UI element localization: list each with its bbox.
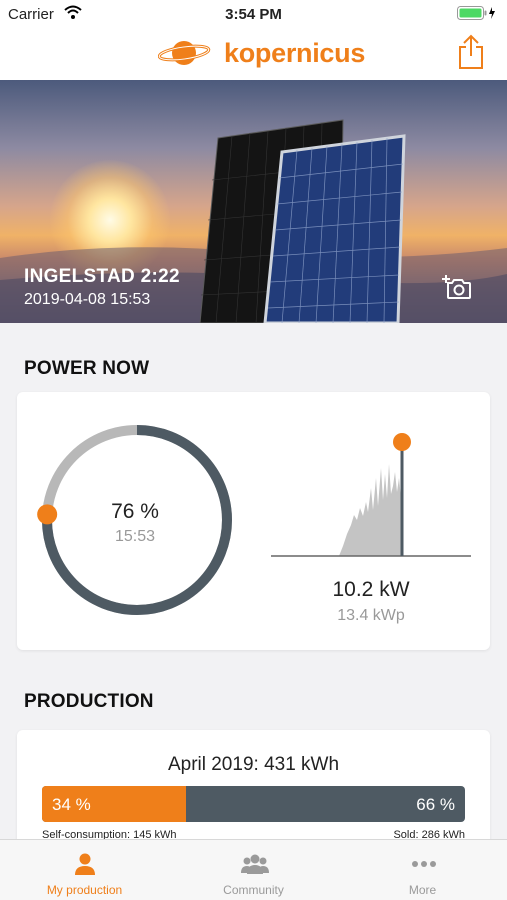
tab-label: Community <box>223 883 284 897</box>
power-time: 15:53 <box>114 528 156 545</box>
self-percent: 34 % <box>52 795 91 814</box>
tab-community[interactable]: Community <box>169 840 338 900</box>
planet-logo-icon <box>158 41 211 65</box>
power-now-card[interactable]: 76 % 15:53 10.2 kW 13.4 kWp <box>17 392 490 650</box>
site-timestamp: 2019-04-08 15:53 <box>24 291 151 308</box>
power-curve <box>339 464 402 556</box>
more-dots-icon <box>410 852 438 881</box>
person-icon <box>72 852 98 881</box>
hero-banner: INGELSTAD 2:22 2019-04-08 15:53 <box>0 80 507 323</box>
power-now-title: POWER NOW <box>24 358 150 379</box>
current-power: 10.2 kW <box>332 578 410 601</box>
power-graph <box>271 433 471 557</box>
status-time: 3:54 PM <box>225 6 282 23</box>
tab-bar: My production Community More <box>0 839 507 900</box>
now-marker <box>393 433 411 451</box>
sold-percent: 66 % <box>416 795 455 814</box>
power-percent: 76 % <box>111 500 159 523</box>
production-split-bar: 34 % 66 % <box>42 786 465 822</box>
gauge-marker <box>37 504 58 525</box>
peak-power: 13.4 kWp <box>337 607 405 624</box>
add-photo-icon[interactable] <box>442 273 472 304</box>
production-title: PRODUCTION <box>24 691 154 712</box>
status-bar: Carrier 3:54 PM <box>0 0 507 28</box>
share-icon[interactable] <box>457 34 485 75</box>
group-icon <box>241 852 269 881</box>
tab-label: More <box>408 883 437 897</box>
tab-my-production[interactable]: My production <box>0 840 169 900</box>
tab-label: My production <box>46 883 123 897</box>
kopernicus-logo: kopernicus <box>158 36 365 70</box>
logo-text: kopernicus <box>224 37 366 68</box>
app-header: kopernicus <box>0 28 507 80</box>
tab-more[interactable]: More <box>338 840 507 900</box>
production-period: April 2019: 431 kWh <box>167 754 340 775</box>
site-name: INGELSTAD 2:22 <box>24 266 180 287</box>
battery-icon <box>457 6 497 24</box>
